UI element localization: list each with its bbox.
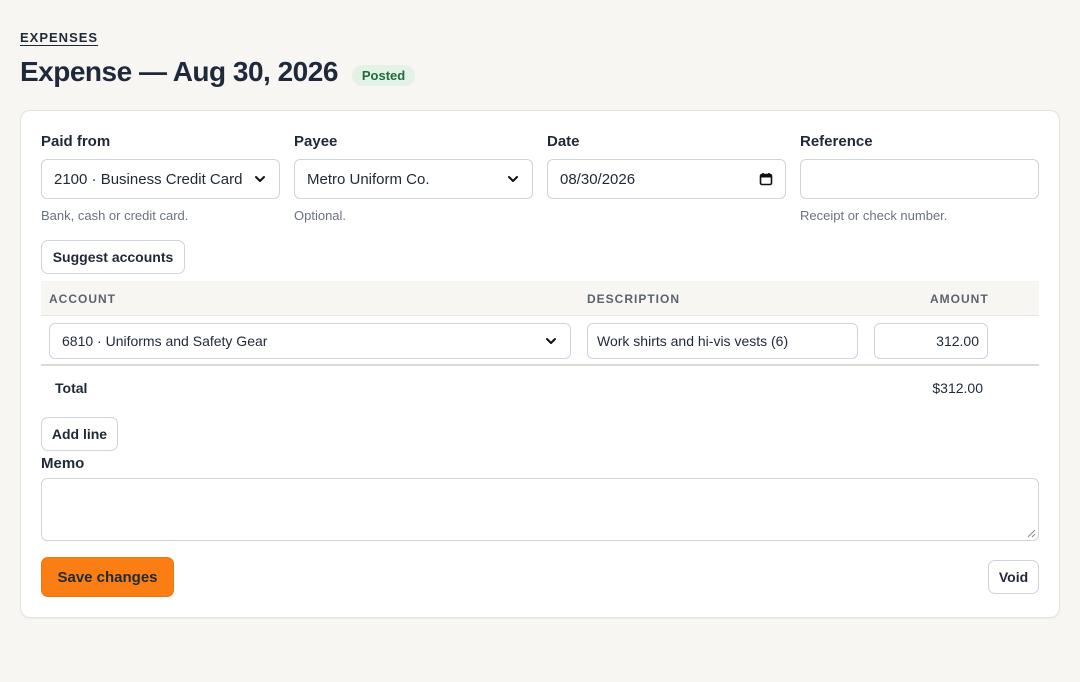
expense-card: Paid from 2100 · Business Credit Card Ba… — [20, 110, 1060, 618]
reference-field: Reference Receipt or check number. — [800, 133, 1039, 223]
column-amount: AMOUNT — [930, 292, 989, 306]
payee-select[interactable]: Metro Uniform Co. — [294, 159, 533, 199]
page-title: Expense — Aug 30, 2026 — [20, 56, 338, 87]
reference-label: Reference — [800, 133, 873, 150]
payee-field: Payee Metro Uniform Co. Optional. — [294, 133, 533, 223]
reference-help: Receipt or check number. — [800, 208, 948, 223]
date-label: Date — [547, 133, 580, 150]
title-row: Expense — Aug 30, 2026 Posted — [20, 56, 416, 88]
chevron-down-icon — [508, 176, 518, 182]
reference-input[interactable] — [800, 159, 1039, 199]
payee-value: Metro Uniform Co. — [307, 170, 430, 188]
status-badge: Posted — [351, 64, 416, 86]
memo-textarea[interactable] — [41, 478, 1039, 541]
column-description: DESCRIPTION — [587, 292, 681, 306]
account-select[interactable]: 6810 · Uniforms and Safety Gear — [49, 323, 571, 359]
add-line-button[interactable]: Add line — [41, 417, 118, 451]
calendar-icon[interactable] — [759, 172, 773, 186]
paid-from-help: Bank, cash or credit card. — [41, 208, 189, 223]
resize-handle-icon[interactable] — [1027, 529, 1036, 538]
paid-from-value: 2100 · Business Credit Card — [54, 170, 243, 188]
chevron-down-icon — [255, 176, 265, 182]
breadcrumb-expenses[interactable]: EXPENSES — [20, 30, 98, 45]
date-field: Date 08/30/2026 — [547, 133, 786, 199]
paid-from-select[interactable]: 2100 · Business Credit Card — [41, 159, 280, 199]
paid-from-field: Paid from 2100 · Business Credit Card Ba… — [41, 133, 280, 223]
payee-label: Payee — [294, 133, 338, 150]
amount-value: 312.00 — [936, 333, 979, 349]
table-row: 6810 · Uniforms and Safety Gear Work shi… — [41, 316, 1039, 366]
description-input[interactable]: Work shirts and hi-vis vests (6) — [587, 323, 858, 359]
void-button[interactable]: Void — [988, 560, 1039, 594]
total-label: Total — [55, 380, 88, 396]
total-value: $312.00 — [932, 380, 983, 396]
payee-help: Optional. — [294, 208, 347, 223]
suggest-accounts-button[interactable]: Suggest accounts — [41, 240, 185, 274]
account-value: 6810 · Uniforms and Safety Gear — [62, 333, 268, 349]
column-account: ACCOUNT — [49, 292, 116, 306]
save-changes-button[interactable]: Save changes — [41, 557, 174, 597]
paid-from-label: Paid from — [41, 133, 111, 150]
amount-input[interactable]: 312.00 — [874, 323, 988, 359]
chevron-down-icon — [546, 338, 556, 344]
date-value: 08/30/2026 — [560, 170, 636, 188]
lines-table-header: ACCOUNT DESCRIPTION AMOUNT — [41, 281, 1039, 316]
description-value: Work shirts and hi-vis vests (6) — [597, 333, 789, 349]
memo-label: Memo — [41, 455, 85, 472]
date-input[interactable]: 08/30/2026 — [547, 159, 786, 199]
